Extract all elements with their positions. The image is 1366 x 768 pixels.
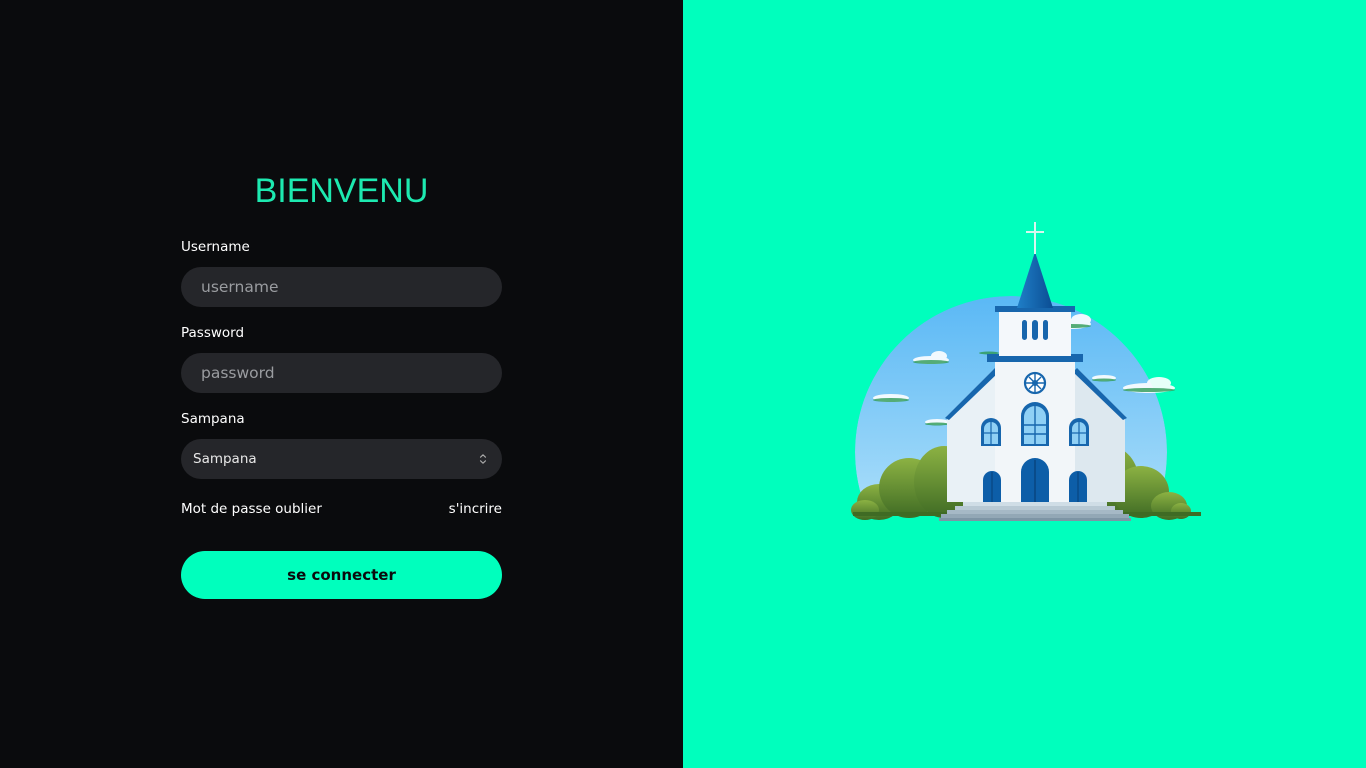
login-page: BIENVENU Username Password Sampana Sampa… (0, 0, 1366, 768)
page-title: BIENVENU (254, 172, 429, 210)
password-label: Password (181, 325, 245, 341)
sampana-select[interactable]: Sampana (181, 439, 502, 479)
signup-link[interactable]: s'incrire (449, 501, 502, 517)
chevron-up-down-icon (479, 454, 487, 464)
church-illustration-icon (849, 222, 1201, 524)
login-panel: BIENVENU Username Password Sampana Sampa… (0, 0, 683, 768)
sampana-selected-value: Sampana (193, 451, 257, 467)
username-label: Username (181, 239, 250, 255)
sampana-label: Sampana (181, 411, 245, 427)
username-input[interactable] (181, 267, 502, 307)
password-input[interactable] (181, 353, 502, 393)
forgot-password-link[interactable]: Mot de passe oublier (181, 501, 322, 517)
illustration-panel (683, 0, 1366, 768)
auth-links-row: Mot de passe oublier s'incrire (181, 501, 502, 517)
login-form: BIENVENU Username Password Sampana Sampa… (181, 168, 502, 599)
login-button[interactable]: se connecter (181, 551, 502, 599)
